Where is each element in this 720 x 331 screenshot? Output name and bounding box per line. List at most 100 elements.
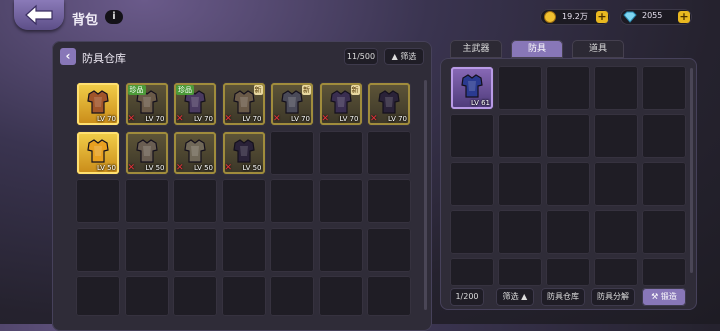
warehouse-slot[interactable] bbox=[221, 227, 266, 272]
inventory-filter-button[interactable]: 筛选 ▲ bbox=[496, 288, 534, 306]
warehouse-slot[interactable] bbox=[367, 227, 411, 272]
forge-label: 锻造 bbox=[660, 292, 677, 301]
warehouse-slot[interactable] bbox=[124, 276, 169, 316]
inventory-slot[interactable] bbox=[546, 210, 590, 254]
info-icon[interactable]: i bbox=[105, 10, 123, 24]
warehouse-armor-item[interactable]: LV 50 bbox=[77, 131, 119, 174]
new-badge: 新 bbox=[302, 85, 311, 95]
warehouse-armor-item[interactable]: 新 ✕ LV 70 bbox=[222, 83, 265, 125]
warehouse-slot[interactable] bbox=[76, 276, 120, 316]
item-level: LV 70 bbox=[96, 115, 116, 123]
tab-items[interactable]: 道具 bbox=[572, 40, 624, 58]
inventory-slot[interactable] bbox=[498, 258, 542, 286]
rare-tag: 珍品 bbox=[176, 85, 194, 95]
new-badge: 新 bbox=[253, 85, 263, 95]
forge-button[interactable]: ⚒ 锻造 bbox=[642, 288, 686, 306]
warehouse-slot[interactable] bbox=[318, 179, 363, 223]
gold-counter: 19.2万 + bbox=[540, 9, 610, 25]
warehouse-slot[interactable] bbox=[318, 130, 363, 175]
tab-armor[interactable]: 防具 bbox=[511, 40, 563, 58]
warehouse-armor-item[interactable]: 新 ✕ LV 70 bbox=[271, 83, 313, 125]
warehouse-scrollbar[interactable] bbox=[424, 80, 427, 310]
warehouse-slot[interactable] bbox=[270, 130, 314, 175]
warehouse-armor-item[interactable]: 珍品 ✕ LV 70 bbox=[174, 83, 216, 125]
add-gem-button[interactable]: + bbox=[678, 11, 690, 23]
inventory-slot[interactable] bbox=[546, 66, 590, 110]
warehouse-slot[interactable] bbox=[318, 276, 363, 316]
item-level: LV 70 bbox=[290, 115, 310, 123]
back-button[interactable] bbox=[14, 0, 64, 30]
warehouse-slot[interactable] bbox=[221, 276, 266, 316]
warehouse-armor-item[interactable]: ✕ LV 50 bbox=[174, 131, 216, 174]
unusable-x-icon: ✕ bbox=[176, 114, 184, 124]
inventory-slot[interactable] bbox=[546, 162, 590, 206]
unusable-x-icon: ✕ bbox=[127, 114, 136, 124]
inventory-slot[interactable] bbox=[594, 66, 638, 110]
inventory-slot[interactable] bbox=[642, 66, 686, 110]
inventory-slot[interactable] bbox=[498, 162, 542, 206]
warehouse-armor-item[interactable]: LV 70 bbox=[77, 83, 119, 125]
warehouse-armor-item[interactable]: 珍品 ✕ LV 70 bbox=[125, 83, 168, 125]
warehouse-capacity: 11/500 bbox=[344, 48, 378, 65]
warehouse-slot[interactable] bbox=[270, 179, 314, 223]
warehouse-slot[interactable] bbox=[124, 227, 169, 272]
warehouse-filter-button[interactable]: ▲ 筛选 bbox=[384, 48, 424, 65]
warehouse-slot[interactable] bbox=[221, 179, 266, 223]
inventory-slot[interactable] bbox=[546, 114, 590, 158]
warehouse-slot[interactable] bbox=[173, 227, 217, 272]
warehouse-slot[interactable] bbox=[173, 179, 217, 223]
warehouse-slot[interactable] bbox=[76, 179, 120, 223]
armor-decompose-button[interactable]: 防具分解 bbox=[591, 288, 635, 306]
warehouse-armor-item[interactable]: ✕ LV 50 bbox=[125, 131, 168, 174]
inventory-capacity: 1/200 bbox=[450, 288, 484, 306]
warehouse-slot[interactable] bbox=[367, 130, 411, 175]
warehouse-slot[interactable] bbox=[173, 276, 217, 316]
warehouse-armor-item[interactable]: ✕ LV 50 bbox=[222, 131, 265, 174]
inventory-slot[interactable] bbox=[546, 258, 590, 286]
add-gold-button[interactable]: + bbox=[596, 11, 608, 23]
diamond-icon bbox=[623, 11, 637, 23]
inventory-slot[interactable] bbox=[498, 210, 542, 254]
inventory-slot[interactable] bbox=[642, 162, 686, 206]
rare-tag: 珍品 bbox=[127, 85, 146, 95]
item-level: LV 50 bbox=[96, 163, 116, 172]
inventory-slot[interactable] bbox=[594, 210, 638, 254]
unusable-x-icon: ✕ bbox=[321, 114, 330, 124]
tab-main-weapon[interactable]: 主武器 bbox=[450, 40, 502, 58]
warehouse-slot[interactable] bbox=[76, 227, 120, 272]
item-level: LV 50 bbox=[145, 163, 165, 172]
inventory-armor-item[interactable]: LV 61 bbox=[451, 67, 493, 109]
armor-icon bbox=[329, 90, 352, 114]
unusable-x-icon: ✕ bbox=[224, 162, 233, 173]
inventory-slot[interactable] bbox=[450, 114, 494, 158]
inventory-slot[interactable] bbox=[498, 66, 542, 110]
inventory-slot[interactable] bbox=[594, 114, 638, 158]
armor-icon bbox=[232, 90, 255, 114]
armor-warehouse-button[interactable]: 防具仓库 bbox=[541, 288, 585, 306]
inventory-slot[interactable] bbox=[498, 114, 542, 158]
inventory-slot[interactable] bbox=[450, 162, 494, 206]
warehouse-armor-item[interactable]: 新 ✕ LV 70 bbox=[319, 83, 362, 125]
inventory-slot[interactable] bbox=[642, 210, 686, 254]
warehouse-slot[interactable] bbox=[367, 276, 411, 316]
warehouse-slot[interactable] bbox=[367, 179, 411, 223]
unusable-x-icon: ✕ bbox=[224, 114, 233, 124]
inventory-slot[interactable] bbox=[450, 210, 494, 254]
warehouse-slot[interactable] bbox=[270, 276, 314, 316]
inventory-slot[interactable] bbox=[642, 114, 686, 158]
warehouse-slot[interactable] bbox=[124, 179, 169, 223]
warehouse-title: 防具仓库 bbox=[82, 52, 126, 65]
unusable-x-icon: ✕ bbox=[273, 114, 281, 124]
back-arrow-icon bbox=[25, 4, 53, 26]
item-level: LV 70 bbox=[242, 115, 262, 123]
inventory-scrollbar[interactable] bbox=[690, 68, 693, 273]
warehouse-armor-item[interactable]: ✕ LV 70 bbox=[368, 83, 410, 125]
warehouse-back-button[interactable]: ‹ bbox=[60, 48, 76, 65]
hammer-icon: ⚒ bbox=[651, 292, 659, 301]
inventory-slot[interactable] bbox=[594, 258, 638, 286]
inventory-slot[interactable] bbox=[594, 162, 638, 206]
warehouse-slot[interactable] bbox=[318, 227, 363, 272]
warehouse-slot[interactable] bbox=[270, 227, 314, 272]
inventory-slot[interactable] bbox=[450, 258, 494, 286]
inventory-slot[interactable] bbox=[642, 258, 686, 286]
